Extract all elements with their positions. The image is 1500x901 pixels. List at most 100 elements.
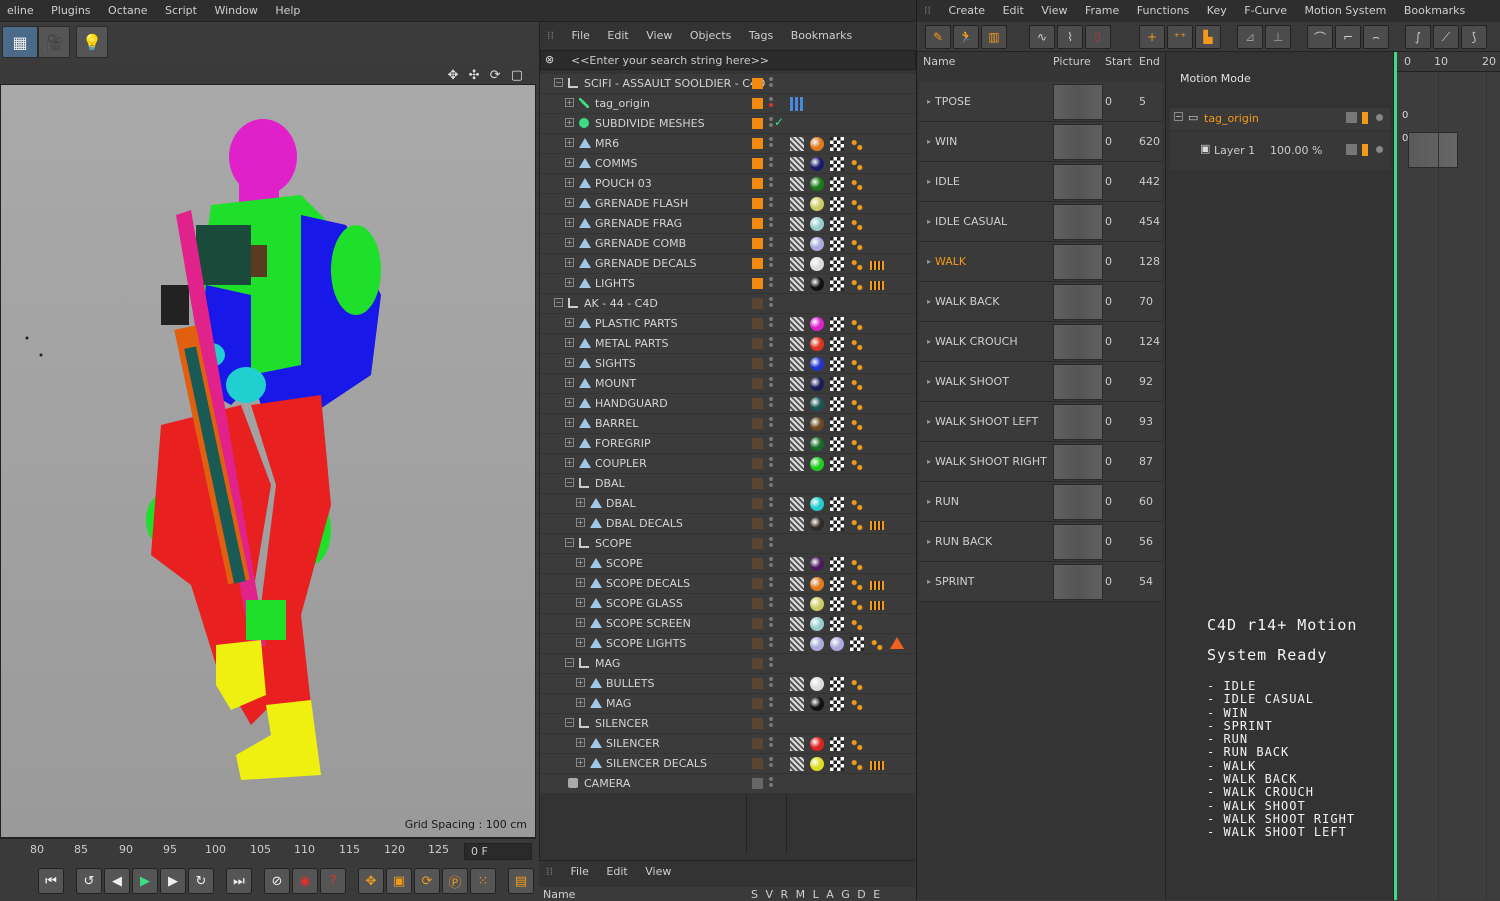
record-disabled-icon[interactable]: ⊘ xyxy=(264,868,290,894)
layer-row[interactable]: ▣ Layer 1 100.00 % xyxy=(1170,132,1390,170)
selection-tag-icon[interactable] xyxy=(850,677,864,691)
display-tag-icon[interactable] xyxy=(870,761,884,770)
material-tag-icon[interactable] xyxy=(810,757,824,771)
material-tag-icon[interactable] xyxy=(810,577,824,591)
layer-name[interactable]: Layer 1 xyxy=(1214,144,1255,157)
motion-source-name[interactable]: WALK xyxy=(935,255,966,268)
material-tag-icon[interactable] xyxy=(810,457,824,471)
key-mode-icon[interactable]: ✎ xyxy=(925,25,951,49)
motion-source-name[interactable]: WALK BACK xyxy=(935,295,999,308)
key-graph-icon[interactable]: ▙ xyxy=(1195,25,1221,49)
uvw-tag-icon[interactable] xyxy=(790,457,804,471)
visibility-dots[interactable] xyxy=(769,97,773,111)
uvw-tag-icon[interactable] xyxy=(790,337,804,351)
checker-tag-icon[interactable] xyxy=(830,577,844,591)
object-search-bar[interactable]: ⊗ <<Enter your search string here>> xyxy=(540,50,916,70)
uvw-tag-icon[interactable] xyxy=(790,197,804,211)
layer-color-swatch[interactable] xyxy=(752,138,763,149)
object-row[interactable]: + SILENCER xyxy=(540,734,916,754)
motion-clip[interactable] xyxy=(1408,132,1458,168)
selection-tag-icon[interactable] xyxy=(850,237,864,251)
bp-menu-view[interactable]: View xyxy=(638,861,678,883)
object-tree[interactable]: − SCIFI - ASSAULT SOOLDIER - C4D + tag_orig… xyxy=(540,74,916,854)
motion-source-row[interactable]: ▸ WIN 0 620 xyxy=(919,122,1163,162)
object-row[interactable]: + GRENADE DECALS xyxy=(540,254,916,274)
checker-tag-icon[interactable] xyxy=(830,697,844,711)
search-input[interactable]: <<Enter your search string here>> xyxy=(571,54,769,67)
expand-icon[interactable]: + xyxy=(565,458,574,467)
object-row[interactable]: + DBAL xyxy=(540,494,916,514)
visibility-dots[interactable] xyxy=(769,597,773,611)
add-keys-icon[interactable]: ⁺⁺ xyxy=(1167,25,1193,49)
object-name[interactable]: LIGHTS xyxy=(595,277,635,290)
material-tag-icon[interactable] xyxy=(810,557,824,571)
menu-octane[interactable]: Octane xyxy=(101,0,155,22)
play-icon[interactable]: ▶ xyxy=(132,868,158,894)
uvw-tag-icon[interactable] xyxy=(790,737,804,751)
material-tag-icon[interactable] xyxy=(810,357,824,371)
object-row[interactable]: + HANDGUARD xyxy=(540,394,916,414)
next-key-icon[interactable]: ↻ xyxy=(188,868,214,894)
film-icon[interactable]: ▤ xyxy=(508,868,534,894)
expand-icon[interactable]: + xyxy=(565,118,574,127)
object-name[interactable]: HANDGUARD xyxy=(595,397,668,410)
material-tag-icon[interactable] xyxy=(810,137,824,151)
expand-icon[interactable]: + xyxy=(565,238,574,247)
visibility-dots[interactable] xyxy=(769,257,773,271)
uvw-tag-icon[interactable] xyxy=(790,157,804,171)
menu-window[interactable]: Window xyxy=(207,0,264,22)
visibility-dots[interactable] xyxy=(769,157,773,171)
layer-percent[interactable]: 100.00 % xyxy=(1270,144,1322,157)
layer-color-swatch[interactable] xyxy=(752,518,763,529)
expand-arrow-icon[interactable]: ▸ xyxy=(927,577,931,586)
object-name[interactable]: GRENADE COMB xyxy=(595,237,686,250)
layer-color-swatch[interactable] xyxy=(752,738,763,749)
object-name[interactable]: DBAL xyxy=(606,497,636,510)
expand-arrow-icon[interactable]: ▸ xyxy=(927,337,931,346)
checker-tag-icon[interactable] xyxy=(830,257,844,271)
uvw-tag-icon[interactable] xyxy=(790,597,804,611)
checker-tag-icon[interactable] xyxy=(830,217,844,231)
layer-color-swatch[interactable] xyxy=(752,658,763,669)
expand-icon[interactable]: + xyxy=(576,578,585,587)
checker-tag-icon[interactable] xyxy=(830,157,844,171)
lock-icon[interactable] xyxy=(1362,112,1368,124)
selection-tag-icon[interactable] xyxy=(850,517,864,531)
lock-icon[interactable] xyxy=(1362,144,1368,156)
move-key-icon[interactable]: ✥ xyxy=(358,868,384,894)
tl-menu-fcurve[interactable]: F-Curve xyxy=(1237,0,1294,22)
object-name[interactable]: GRENADE FLASH xyxy=(595,197,688,210)
display-tag-icon[interactable] xyxy=(870,281,884,290)
object-name[interactable]: SILENCER DECALS xyxy=(606,757,707,770)
layer-color-swatch[interactable] xyxy=(752,198,763,209)
checker-tag-icon[interactable] xyxy=(830,457,844,471)
checker-tag-icon[interactable] xyxy=(830,497,844,511)
expand-icon[interactable]: + xyxy=(576,518,585,527)
om-menu-file[interactable]: File xyxy=(565,25,597,47)
object-row[interactable]: + SILENCER DECALS xyxy=(540,754,916,774)
object-row[interactable]: + SCOPE GLASS xyxy=(540,594,916,614)
motion-source-name[interactable]: IDLE xyxy=(935,175,960,188)
object-name[interactable]: BARREL xyxy=(595,417,638,430)
checker-tag-icon[interactable] xyxy=(830,277,844,291)
motion-tag-icon[interactable] xyxy=(790,97,804,111)
object-row[interactable]: + SIGHTS xyxy=(540,354,916,374)
fcurve-alt-icon[interactable]: ⌇ xyxy=(1057,25,1083,49)
grip-icon[interactable]: ⁞⁞ xyxy=(539,861,560,883)
expand-icon[interactable]: + xyxy=(576,678,585,687)
object-row[interactable]: + FOREGRIP xyxy=(540,434,916,454)
param-key-icon[interactable]: Ⓟ xyxy=(442,868,468,894)
expand-icon[interactable]: + xyxy=(576,638,585,647)
visibility-dots[interactable] xyxy=(769,677,773,691)
expand-arrow-icon[interactable]: ▸ xyxy=(927,457,931,466)
selection-tag-icon[interactable] xyxy=(850,457,864,471)
checker-tag-icon[interactable] xyxy=(830,197,844,211)
collapse-icon[interactable]: − xyxy=(1174,112,1183,121)
visibility-dots[interactable] xyxy=(769,397,773,411)
motion-source-row[interactable]: ▸ RUN BACK 0 56 xyxy=(919,522,1163,562)
light-bulb-icon[interactable]: 💡 xyxy=(76,26,108,58)
uvw-tag-icon[interactable] xyxy=(790,437,804,451)
visibility-dots[interactable] xyxy=(769,117,773,131)
material-tag-icon[interactable] xyxy=(810,697,824,711)
object-row[interactable]: + SCOPE SCREEN xyxy=(540,614,916,634)
